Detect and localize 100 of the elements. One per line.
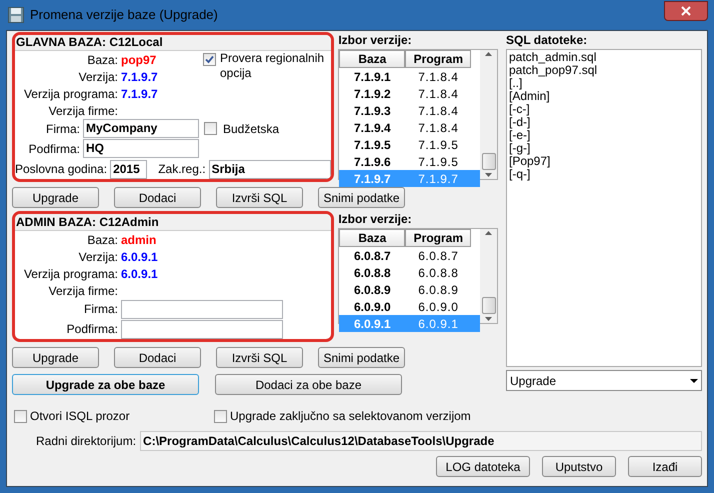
window-title: Promena verzije baze (Upgrade)	[30, 6, 218, 24]
close-icon	[681, 6, 691, 16]
table-cell-text: 6.0.8.9	[352, 282, 392, 298]
button[interactable]: LOG datoteka	[436, 456, 530, 477]
button[interactable]: Dodaci za obe baze	[215, 374, 402, 395]
scroll-down-icon[interactable]	[485, 173, 492, 177]
version-row[interactable]: 7.1.9.6 7.1.9.5	[339, 153, 480, 170]
input-field[interactable]: Srbija	[208, 160, 332, 178]
file-list-item[interactable]: [..]	[509, 77, 699, 90]
checkbox[interactable]	[203, 53, 216, 66]
column-header[interactable]: Baza	[339, 229, 406, 247]
button[interactable]: Dodaci	[114, 187, 201, 208]
scrollbar-thumb[interactable]	[482, 153, 496, 170]
file-list-item[interactable]: [Pop97]	[509, 155, 699, 168]
input-field[interactable]: HQ	[83, 139, 199, 158]
year-field[interactable]: 2015	[110, 160, 148, 178]
checkbox[interactable]	[14, 410, 27, 422]
checkmark-icon	[205, 55, 214, 64]
table-cell-text: 6.0.8.7	[352, 248, 392, 264]
scroll-up-icon[interactable]	[485, 52, 492, 56]
file-list-item[interactable]: [-q-]	[509, 168, 699, 181]
field-label: Zak.reg.:	[158, 161, 207, 178]
button[interactable]: Upgrade za obe baze	[12, 374, 199, 395]
file-list-item[interactable]: [-c-]	[509, 103, 699, 116]
version-row[interactable]: 7.1.9.3 7.1.8.4	[339, 102, 480, 119]
column-header[interactable]: Program	[405, 50, 472, 68]
field-label: Verzija firme:	[48, 282, 119, 300]
input-field[interactable]: MyCompany	[83, 119, 199, 138]
table-cell-text: 7.1.9.1	[352, 68, 392, 86]
button[interactable]: Dodaci	[114, 347, 201, 368]
file-list-item[interactable]: [-e-]	[509, 129, 699, 142]
table-cell-text: 6.0.9.0	[417, 298, 460, 316]
button[interactable]: Upgrade	[12, 347, 99, 368]
checkbox[interactable]	[204, 122, 217, 135]
field-label: Verzija:	[78, 68, 119, 86]
panel-heading: ADMIN BAZA: C12Admin	[15, 214, 332, 231]
table-cell-text: 7.1.9.3	[352, 102, 392, 120]
table-cell-text: 7.1.9.7	[417, 170, 460, 188]
checkbox-label: Otvori ISQL prozor	[30, 408, 130, 425]
scrollbar[interactable]	[480, 50, 497, 179]
file-list-item[interactable]: [Admin]	[509, 90, 699, 103]
section-heading: SQL datoteke:	[506, 32, 588, 49]
panel-heading: GLAVNA BAZA: C12Local	[15, 35, 332, 51]
version-value: 7.1.9.7	[121, 68, 158, 86]
column-header[interactable]: Program	[405, 229, 472, 247]
version-row[interactable]: 7.1.9.2 7.1.8.4	[339, 85, 480, 102]
mode-dropdown[interactable]: Upgrade	[506, 370, 702, 391]
version-row[interactable]: 7.1.9.5 7.1.9.5	[339, 136, 480, 153]
scroll-up-icon[interactable]	[485, 231, 492, 235]
input-field[interactable]	[121, 320, 283, 338]
version-value: 6.0.9.1	[121, 248, 158, 266]
close-button[interactable]	[664, 1, 708, 21]
table-cell-text: 7.1.8.4	[417, 86, 460, 102]
button[interactable]: Izvrši SQL	[216, 187, 303, 208]
table-cell-text: 7.1.9.4	[352, 120, 392, 136]
checkbox-label: Provera regionalnih opcija	[220, 51, 326, 81]
version-value: 6.0.9.1	[121, 266, 158, 282]
section-heading: Izbor verzije:	[338, 32, 413, 49]
file-list-item[interactable]: [-g-]	[509, 142, 699, 155]
field-label: Verzija programa:	[22, 86, 119, 102]
file-list-item[interactable]: patch_admin.sql	[509, 51, 699, 64]
table-cell-text: 7.1.8.4	[417, 68, 460, 86]
field-label: Verzija firme:	[48, 102, 119, 120]
field-label: Baza:	[86, 232, 119, 248]
scrollbar[interactable]	[480, 229, 497, 323]
section-heading: Izbor verzije:	[338, 211, 413, 228]
version-row[interactable]: 6.0.8.9 6.0.8.9	[339, 281, 480, 298]
version-row[interactable]: 7.1.9.4 7.1.8.4	[339, 119, 480, 136]
version-row[interactable]: 6.0.9.0 6.0.9.0	[339, 298, 480, 315]
table-cell-text: 6.0.9.1	[352, 316, 392, 332]
scrollbar-thumb[interactable]	[482, 297, 496, 314]
table-cell-text: 6.0.9.0	[352, 298, 392, 316]
field-label: Verzija programa:	[22, 266, 119, 282]
column-header[interactable]: Baza	[339, 50, 406, 68]
version-row[interactable]: 7.1.9.1 7.1.8.4	[339, 68, 480, 85]
button[interactable]: Snimi podatke	[318, 347, 405, 368]
table-cell-text: 7.1.9.5	[417, 154, 460, 170]
file-list-item[interactable]: [-d-]	[509, 116, 699, 129]
field-label: Baza:	[86, 52, 119, 68]
button[interactable]: Izađi	[628, 456, 702, 477]
button[interactable]: Uputstvo	[542, 456, 616, 477]
table-cell-text: 7.1.9.2	[352, 86, 392, 102]
checkbox[interactable]	[214, 410, 227, 422]
field-label: Radni direktorijum:	[36, 433, 136, 450]
table-cell-text: 6.0.8.9	[417, 282, 460, 298]
input-field[interactable]	[121, 300, 283, 318]
version-row[interactable]: 6.0.8.8 6.0.8.8	[339, 264, 480, 281]
path-field[interactable]: C:\ProgramData\Calculus\Calculus12\DatabaseTools\Upgrade	[140, 431, 702, 451]
file-list-item[interactable]: patch_pop97.sql	[509, 64, 699, 77]
button[interactable]: Upgrade	[12, 187, 99, 208]
checkbox-label: Budžetska	[223, 120, 280, 138]
dropdown-arrow-icon	[690, 378, 698, 382]
button[interactable]: Izvrši SQL	[216, 347, 303, 368]
scroll-down-icon[interactable]	[485, 317, 492, 321]
version-row[interactable]: 6.0.8.7 6.0.8.7	[339, 247, 480, 264]
table-cell-text: 6.0.8.8	[352, 264, 392, 282]
table-cell-text: 7.1.9.6	[352, 154, 392, 170]
table-cell-text: 6.0.8.8	[417, 264, 460, 282]
table-cell-text: 7.1.9.5	[417, 136, 460, 154]
button[interactable]: Snimi podatke	[318, 187, 405, 208]
